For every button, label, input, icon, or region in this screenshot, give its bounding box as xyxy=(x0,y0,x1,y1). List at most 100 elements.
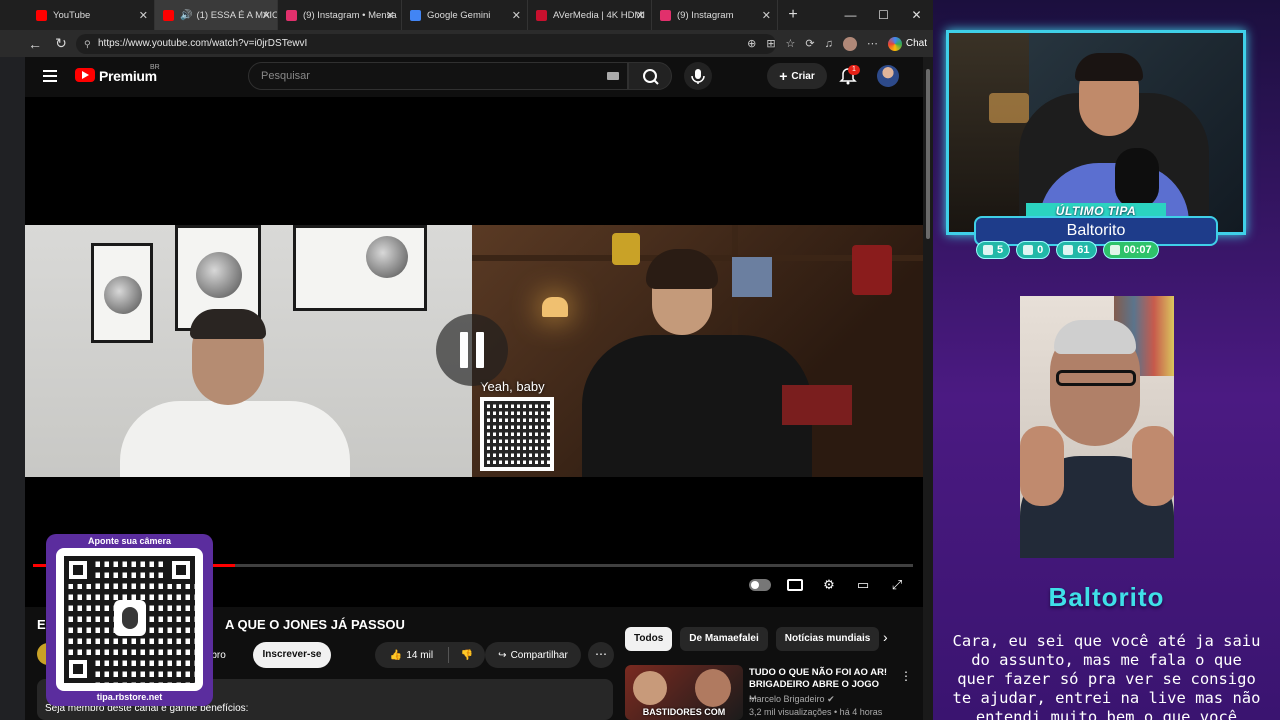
verified-icon: ✔ xyxy=(827,694,835,704)
menu-icon[interactable] xyxy=(43,70,57,82)
instagram-favicon-icon xyxy=(286,9,297,21)
tab-strip: YouTube ✕ 🔊 (1) ESSA É A MAIO ✕ (9) Inst… xyxy=(0,0,933,30)
like-count: 14 mil xyxy=(406,649,434,661)
url-field[interactable]: ⚲ https://www.youtube.com/watch?v=i0jrDS… xyxy=(76,33,776,54)
apps-icon[interactable]: ⊞ xyxy=(766,37,775,50)
video-title: A QUE O JONES JÁ PASSOU xyxy=(225,617,405,632)
window-controls: — ☐ ✕ xyxy=(834,0,933,30)
stream-stats: 5 0 61 00:07 xyxy=(976,241,1159,259)
profile-avatar[interactable] xyxy=(842,36,857,51)
tab-label: YouTube xyxy=(53,9,91,21)
premium-logo-text[interactable]: Premium xyxy=(99,68,157,84)
settings-gear-icon[interactable]: ⚙ xyxy=(819,575,839,595)
account-avatar[interactable] xyxy=(877,65,899,87)
share-button[interactable]: ↪ Compartilhar xyxy=(485,642,581,668)
autoplay-toggle[interactable] xyxy=(749,579,771,591)
menu-dots-icon[interactable]: ⋯ xyxy=(867,37,878,50)
subtitles-icon[interactable] xyxy=(785,575,805,595)
tab-label: (9) Instagram • Mensa xyxy=(303,9,397,21)
thumbs-down-icon: 👎 xyxy=(460,649,474,661)
media-icon[interactable]: ♫ xyxy=(825,38,833,50)
tab-avermedia[interactable]: AVerMedia | 4K HDMI ✕ xyxy=(528,0,652,30)
pause-icon[interactable] xyxy=(436,314,508,386)
timer-stat: 00:07 xyxy=(1102,241,1159,259)
close-tab-icon[interactable]: ✕ xyxy=(636,9,645,22)
close-tab-icon[interactable]: ✕ xyxy=(512,9,521,22)
back-icon[interactable]: ← xyxy=(22,30,48,57)
qr-heading: Aponte sua câmera xyxy=(87,536,172,546)
search-button[interactable] xyxy=(628,62,672,90)
new-tab-icon[interactable]: + xyxy=(778,0,808,30)
create-button[interactable]: + Criar xyxy=(767,63,827,89)
search-input[interactable]: Pesquisar xyxy=(248,62,628,90)
chip-world-news[interactable]: Notícias mundiais xyxy=(775,627,880,651)
tip-qr-overlay: Aponte sua câmera tipa.rbstore.net xyxy=(46,534,213,706)
miniplayer-icon[interactable]: ▭ xyxy=(853,575,873,595)
avermedia-favicon-icon xyxy=(536,9,547,21)
share-icon: ↪ xyxy=(498,649,507,661)
tab-label: AVerMedia | 4K HDMI xyxy=(553,9,646,21)
page-scrollbar[interactable] xyxy=(923,57,933,720)
tip-icon xyxy=(1063,245,1074,255)
address-bar: ← ↻ ⚲ https://www.youtube.com/watch?v=i0… xyxy=(0,30,933,57)
youtube-logo-icon[interactable] xyxy=(75,68,95,82)
tab-gemini[interactable]: Google Gemini ✕ xyxy=(402,0,528,30)
voice-search-button[interactable] xyxy=(684,62,712,90)
player-controls-right: ⚙ ▭ ⤢ xyxy=(749,575,907,595)
chat-count-stat: 5 xyxy=(976,241,1011,259)
chip-channel[interactable]: De Mamaefalei xyxy=(680,627,768,651)
microphone-icon xyxy=(691,69,705,84)
stream-overlay-panel: ÚLTIMO TIPA Baltorito 5 0 61 00:07 Balto… xyxy=(933,0,1280,720)
maximize-icon[interactable]: ☐ xyxy=(867,0,900,30)
tipper-video xyxy=(1020,296,1174,558)
recommended-video[interactable]: BASTIDORES COM TUDO O QUE NÃO FOI AO AR!… xyxy=(625,665,915,720)
subscribe-button[interactable]: Inscrever-se xyxy=(253,642,331,668)
video-feed-left xyxy=(25,225,472,477)
chevron-right-icon[interactable]: › xyxy=(883,629,888,645)
minimize-icon[interactable]: — xyxy=(834,0,867,30)
qr-url: tipa.rbstore.net xyxy=(96,692,163,702)
clock-icon xyxy=(1109,245,1120,255)
close-tab-icon[interactable]: ✕ xyxy=(262,9,271,22)
share-label: Compartilhar xyxy=(510,649,568,661)
recommended-channel[interactable]: Marcelo Brigadeiro ✔ xyxy=(749,694,835,705)
toolbar-right: ⊕ ⊞ ☆ ⟳ ♫ ⋯ Chat xyxy=(747,30,927,57)
translate-icon[interactable]: ⊕ xyxy=(747,37,756,50)
tab-youtube[interactable]: YouTube ✕ xyxy=(28,0,155,30)
chat-icon xyxy=(983,245,993,255)
keyboard-icon[interactable] xyxy=(607,72,619,80)
microphone-icon xyxy=(114,600,146,636)
site-info-icon[interactable]: ⚲ xyxy=(84,34,91,54)
recommended-thumbnail[interactable]: BASTIDORES COM xyxy=(625,665,743,720)
reload-icon[interactable]: ↻ xyxy=(48,30,74,57)
close-tab-icon[interactable]: ✕ xyxy=(386,9,395,22)
fullscreen-icon[interactable]: ⤢ xyxy=(887,575,907,595)
moon-frame xyxy=(293,225,427,311)
close-tab-icon[interactable]: ✕ xyxy=(762,9,771,22)
close-tab-icon[interactable]: ✕ xyxy=(139,9,148,22)
region-tag: BR xyxy=(150,64,160,71)
like-button[interactable]: 👍 14 mil xyxy=(375,642,448,668)
chip-all[interactable]: Todos xyxy=(625,627,673,651)
tab-instagram-messages[interactable]: (9) Instagram • Mensa ✕ xyxy=(278,0,402,30)
chat-button[interactable]: Chat xyxy=(887,36,927,51)
favorite-star-icon[interactable]: ☆ xyxy=(786,37,796,50)
lamp xyxy=(542,297,568,317)
more-actions-icon[interactable]: ⋯ xyxy=(588,642,614,668)
tab-instagram[interactable]: (9) Instagram ✕ xyxy=(652,0,778,30)
scrollbar-thumb[interactable] xyxy=(926,69,930,239)
dislike-button[interactable]: 👎 xyxy=(449,642,485,668)
search-icon xyxy=(643,69,659,85)
notification-count-badge: 1 xyxy=(848,65,860,75)
browser-window: YouTube ✕ 🔊 (1) ESSA É A MAIO ✕ (9) Inst… xyxy=(0,0,933,720)
thumbs-up-icon: 👍 xyxy=(389,649,403,661)
speaker-icon[interactable]: 🔊 xyxy=(180,10,192,21)
host-person-right xyxy=(582,245,832,477)
more-vert-icon[interactable]: ⋮ xyxy=(900,669,912,683)
refresh-extension-icon[interactable]: ⟳ xyxy=(805,37,814,50)
close-window-icon[interactable]: ✕ xyxy=(900,0,933,30)
tip-message: Cara, eu sei que você até ja saiu do ass… xyxy=(952,632,1261,720)
tab-current-video[interactable]: 🔊 (1) ESSA É A MAIO ✕ xyxy=(155,0,278,30)
video-player[interactable]: Yeah, baby ⚙ ▭ ⤢ xyxy=(25,97,923,607)
tip-count-stat: 61 xyxy=(1056,241,1097,259)
